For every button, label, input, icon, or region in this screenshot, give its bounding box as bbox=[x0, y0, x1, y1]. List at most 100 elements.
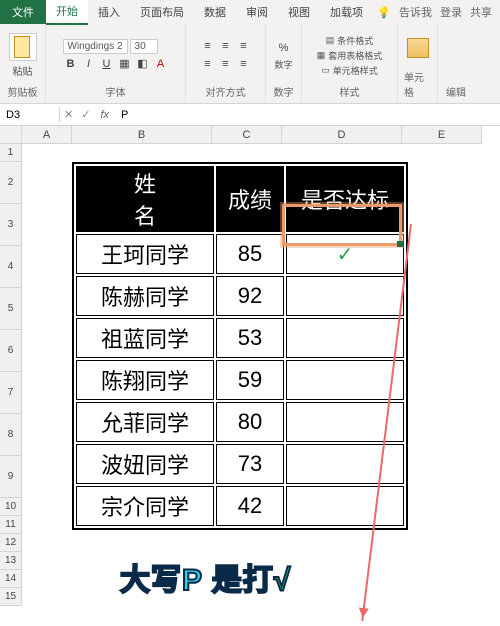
cell-name[interactable]: 允菲同学 bbox=[76, 402, 214, 442]
row-header[interactable]: 11 bbox=[0, 516, 22, 534]
paste-icon[interactable] bbox=[9, 33, 37, 61]
row-header[interactable]: 2 bbox=[0, 162, 22, 204]
format-cells-icon[interactable] bbox=[407, 38, 429, 58]
cell-name[interactable]: 宗介同学 bbox=[76, 486, 214, 526]
lightbulb-icon: 💡 bbox=[377, 6, 391, 19]
th-pass: 是否达标 bbox=[286, 166, 404, 232]
cell-score[interactable]: 85 bbox=[216, 234, 284, 274]
table-format-icon: ▦ bbox=[317, 50, 326, 61]
row-header[interactable]: 15 bbox=[0, 588, 22, 606]
cell-name[interactable]: 祖蓝同学 bbox=[76, 318, 214, 358]
underline-button[interactable]: U bbox=[99, 56, 115, 72]
tab-view[interactable]: 视图 bbox=[278, 0, 320, 24]
tab-data[interactable]: 数据 bbox=[194, 0, 236, 24]
tab-layout[interactable]: 页面布局 bbox=[130, 0, 194, 24]
col-header-a[interactable]: A bbox=[22, 126, 72, 144]
row-header[interactable]: 7 bbox=[0, 372, 22, 414]
cell-score[interactable]: 42 bbox=[216, 486, 284, 526]
cell-name[interactable]: 波妞同学 bbox=[76, 444, 214, 484]
cell-score[interactable]: 80 bbox=[216, 402, 284, 442]
font-color-button[interactable]: A bbox=[153, 56, 169, 72]
formula-input[interactable]: P bbox=[115, 107, 500, 123]
formula-bar: D3 ✕ ✓ fx P bbox=[0, 104, 500, 126]
col-header-d[interactable]: D bbox=[282, 126, 402, 144]
row-header[interactable]: 13 bbox=[0, 552, 22, 570]
align-group-label: 对齐方式 bbox=[206, 84, 246, 99]
clipboard-label: 剪贴板 bbox=[8, 84, 38, 99]
cell-score[interactable]: 59 bbox=[216, 360, 284, 400]
cell-pass[interactable] bbox=[286, 486, 404, 526]
tab-home[interactable]: 开始 bbox=[46, 0, 88, 25]
paste-button[interactable]: 粘贴 bbox=[13, 63, 33, 78]
table-row: 允菲同学80 bbox=[76, 402, 404, 442]
font-name-select[interactable]: Wingdings 2 bbox=[63, 39, 128, 54]
cell-name[interactable]: 陈赫同学 bbox=[76, 276, 214, 316]
tab-addins[interactable]: 加载项 bbox=[320, 0, 373, 24]
edit-group-label: 编辑 bbox=[446, 84, 466, 99]
border-button[interactable]: ▦ bbox=[117, 56, 133, 72]
align-mid-button[interactable]: ≡ bbox=[218, 38, 234, 54]
italic-button[interactable]: I bbox=[81, 56, 97, 72]
select-all-corner[interactable] bbox=[0, 126, 22, 144]
cell-name[interactable]: 陈翔同学 bbox=[76, 360, 214, 400]
tab-file[interactable]: 文件 bbox=[0, 0, 46, 24]
row-header[interactable]: 12 bbox=[0, 534, 22, 552]
cells-group-label: 单元格 bbox=[404, 69, 431, 99]
cond-format-icon: ▤ bbox=[326, 35, 335, 46]
col-header-c[interactable]: C bbox=[212, 126, 282, 144]
row-header[interactable]: 8 bbox=[0, 414, 22, 456]
align-top-button[interactable]: ≡ bbox=[200, 38, 216, 54]
row-headers: 1 2 3 4 5 6 7 8 9 10 11 12 13 14 15 bbox=[0, 144, 22, 606]
data-table: 姓 名 成绩 是否达标 王珂同学85✓ 陈赫同学92 祖蓝同学53 陈翔同学59… bbox=[72, 162, 408, 530]
table-format-button[interactable]: ▦套用表格格式 bbox=[317, 49, 383, 62]
cell-pass[interactable] bbox=[286, 276, 404, 316]
cell-styles-button[interactable]: ▭单元格样式 bbox=[321, 64, 378, 77]
row-header[interactable]: 6 bbox=[0, 330, 22, 372]
tab-review[interactable]: 审阅 bbox=[236, 0, 278, 24]
cell-pass[interactable] bbox=[286, 318, 404, 358]
cell-name[interactable]: 王珂同学 bbox=[76, 234, 214, 274]
cell-pass[interactable] bbox=[286, 402, 404, 442]
number-button[interactable]: 数字 bbox=[274, 58, 292, 71]
row-header[interactable]: 3 bbox=[0, 204, 22, 246]
table-row: 陈赫同学92 bbox=[76, 276, 404, 316]
fill-color-button[interactable]: ◧ bbox=[135, 56, 151, 72]
worksheet[interactable]: A B C D E 1 2 3 4 5 6 7 8 9 10 11 12 13 … bbox=[0, 126, 500, 606]
cell-score[interactable]: 53 bbox=[216, 318, 284, 358]
table-row: 王珂同学85✓ bbox=[76, 234, 404, 274]
bold-button[interactable]: B bbox=[63, 56, 79, 72]
enter-icon[interactable]: ✓ bbox=[77, 108, 94, 121]
row-header[interactable]: 9 bbox=[0, 456, 22, 498]
row-header[interactable]: 1 bbox=[0, 144, 22, 162]
fx-icon[interactable]: fx bbox=[94, 109, 115, 121]
table-row: 祖蓝同学53 bbox=[76, 318, 404, 358]
align-right-button[interactable]: ≡ bbox=[236, 56, 252, 72]
percent-button[interactable]: % bbox=[275, 40, 291, 56]
cond-format-button[interactable]: ▤条件格式 bbox=[326, 34, 374, 47]
th-name: 姓 名 bbox=[76, 166, 214, 232]
align-bot-button[interactable]: ≡ bbox=[236, 38, 252, 54]
row-header[interactable]: 10 bbox=[0, 498, 22, 516]
name-box[interactable]: D3 bbox=[0, 107, 60, 123]
row-header[interactable]: 5 bbox=[0, 288, 22, 330]
th-score: 成绩 bbox=[216, 166, 284, 232]
align-center-button[interactable]: ≡ bbox=[218, 56, 234, 72]
number-group-label: 数字 bbox=[274, 84, 294, 99]
align-left-button[interactable]: ≡ bbox=[200, 56, 216, 72]
tellme[interactable]: 告诉我 bbox=[399, 4, 432, 20]
cell-pass[interactable] bbox=[286, 444, 404, 484]
row-header[interactable]: 14 bbox=[0, 570, 22, 588]
cell-pass[interactable] bbox=[286, 360, 404, 400]
cell-pass[interactable]: ✓ bbox=[286, 234, 404, 274]
cell-score[interactable]: 92 bbox=[216, 276, 284, 316]
cancel-icon[interactable]: ✕ bbox=[60, 108, 77, 121]
share[interactable]: 共享 bbox=[470, 4, 492, 20]
styles-group-label: 样式 bbox=[340, 84, 360, 99]
row-header[interactable]: 4 bbox=[0, 246, 22, 288]
col-header-b[interactable]: B bbox=[72, 126, 212, 144]
font-size-select[interactable]: 30 bbox=[130, 39, 158, 54]
cell-score[interactable]: 73 bbox=[216, 444, 284, 484]
col-header-e[interactable]: E bbox=[402, 126, 482, 144]
tab-insert[interactable]: 插入 bbox=[88, 0, 130, 24]
login[interactable]: 登录 bbox=[440, 4, 462, 20]
